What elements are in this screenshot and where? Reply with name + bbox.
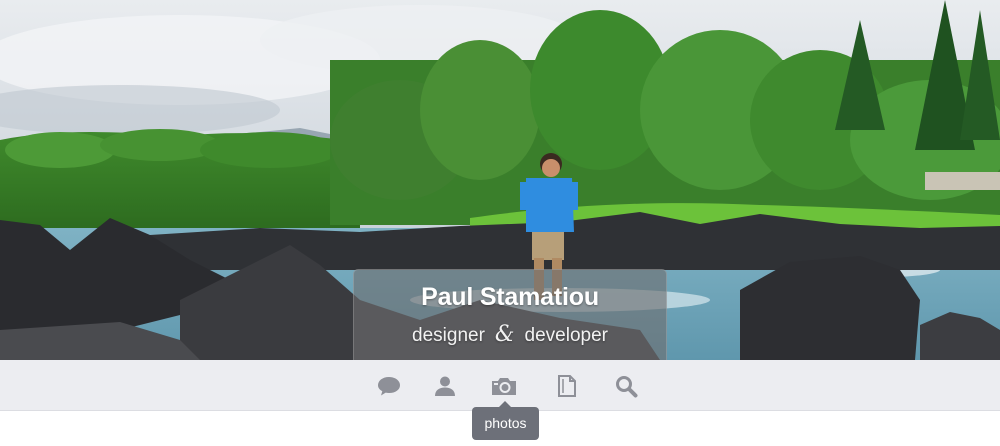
hero-banner: Paul Stamatiou designer & developer bbox=[0, 0, 1000, 360]
camera-icon bbox=[492, 378, 516, 395]
profile-card: Paul Stamatiou designer & developer bbox=[353, 269, 667, 360]
chat-bubble-icon bbox=[378, 377, 400, 396]
nav-item-search[interactable] bbox=[612, 372, 640, 400]
nav-tooltip: photos bbox=[472, 401, 539, 440]
search-icon bbox=[616, 376, 638, 398]
user-icon bbox=[435, 376, 455, 396]
profile-tagline: designer & developer bbox=[354, 322, 666, 347]
role-developer: developer bbox=[524, 325, 608, 346]
nav-item-photos[interactable] bbox=[490, 372, 518, 400]
tooltip-arrow bbox=[499, 401, 511, 407]
ampersand: & bbox=[494, 322, 515, 347]
nav-item-writing[interactable] bbox=[553, 372, 581, 400]
document-icon bbox=[558, 375, 576, 397]
nav-item-chat[interactable] bbox=[375, 372, 403, 400]
profile-name: Paul Stamatiou bbox=[421, 283, 599, 311]
role-designer: designer bbox=[412, 325, 485, 346]
nav-item-about[interactable] bbox=[431, 372, 459, 400]
tooltip-label: photos bbox=[484, 415, 527, 431]
